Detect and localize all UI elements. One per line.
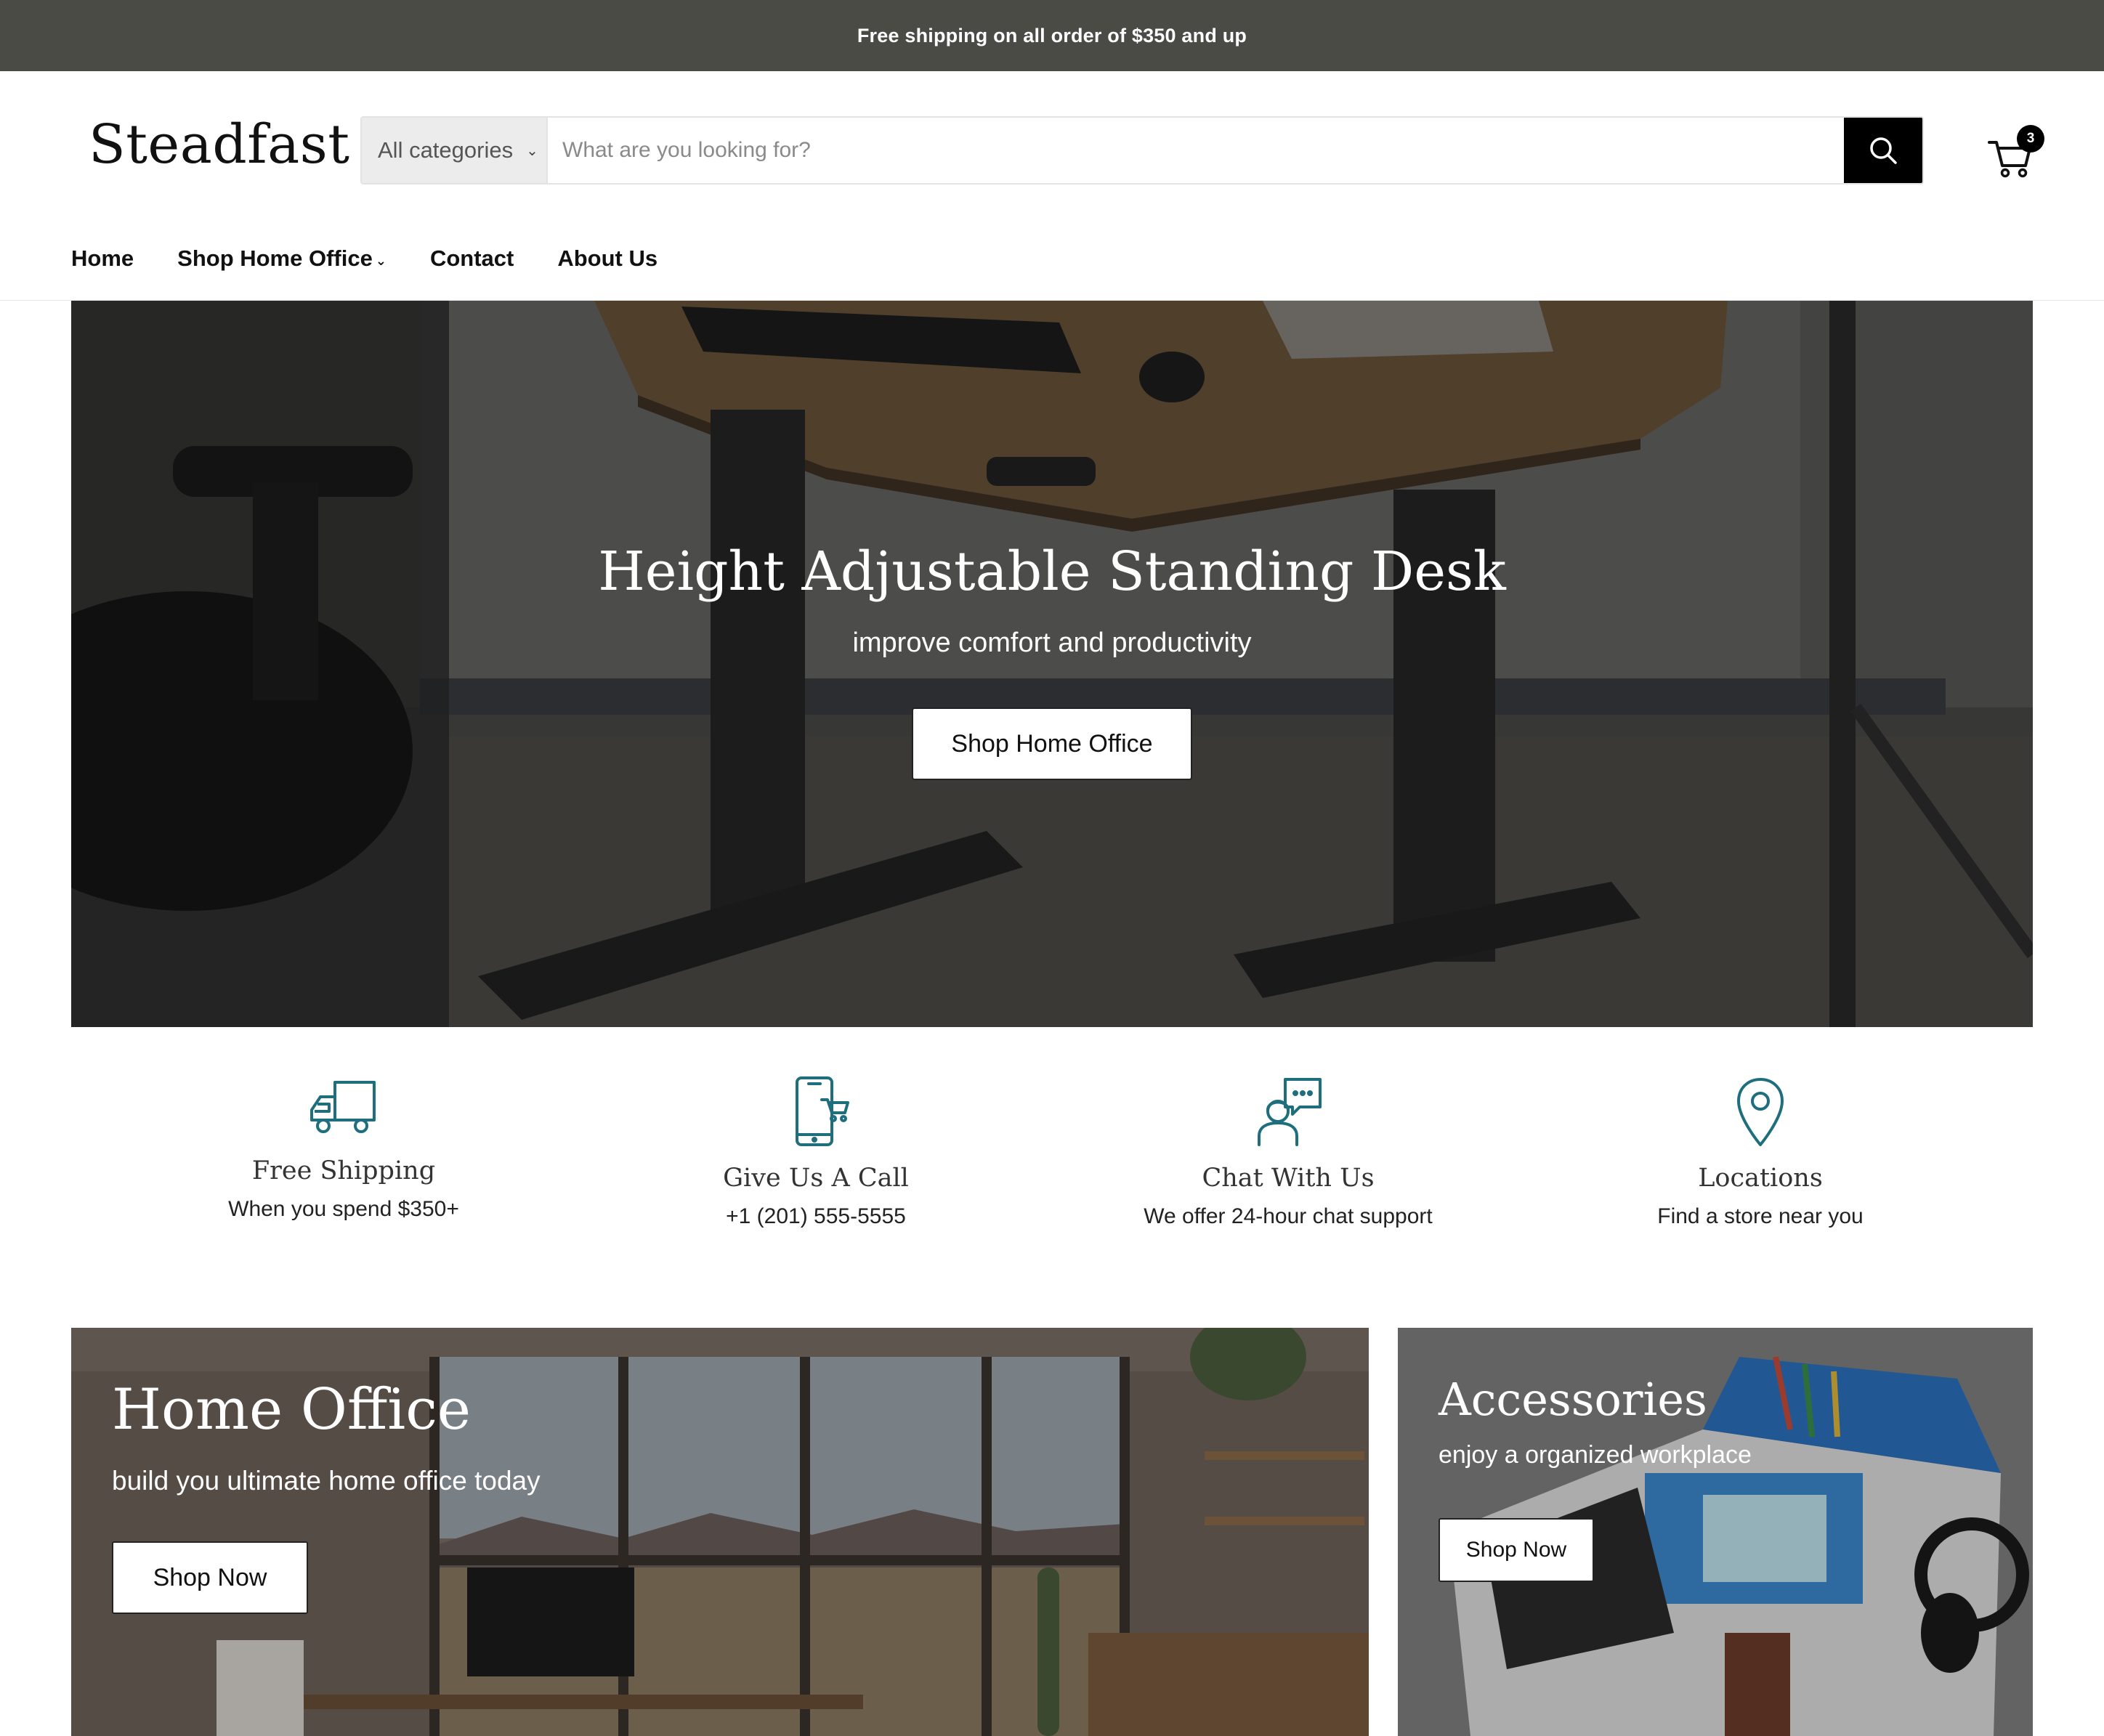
nav-item-contact[interactable]: Contact — [430, 246, 514, 272]
promo-subtitle: enjoy a organized workplace — [1439, 1441, 1752, 1469]
hero-subtitle: improve comfort and productivity — [852, 628, 1252, 658]
category-select[interactable]: All categories ⌄ — [362, 118, 548, 183]
shop-now-button[interactable]: Shop Now — [112, 1541, 308, 1614]
search-bar: All categories ⌄ — [360, 116, 1924, 184]
feature-locations[interactable]: Locations Find a store near you — [1571, 1075, 1949, 1229]
site-header: Steadfast All categories ⌄ 3 Home Shop H… — [0, 71, 2104, 301]
chevron-down-icon: ⌄ — [526, 142, 538, 159]
hero-title: Height Adjustable Standing Desk — [598, 540, 1506, 603]
category-select-label: All categories — [378, 137, 514, 163]
nav-item-label: Home — [71, 246, 134, 271]
promo-subtitle: build you ultimate home office today — [112, 1466, 541, 1496]
search-button[interactable] — [1844, 118, 1922, 183]
cart-count-badge: 3 — [2017, 125, 2044, 153]
chevron-down-icon: ⌄ — [375, 253, 387, 268]
feature-title: Free Shipping — [251, 1156, 436, 1185]
promo-accessories[interactable]: Accessories enjoy a organized workplace … — [1398, 1328, 2033, 1736]
feature-text: When you spend $350+ — [228, 1197, 459, 1221]
feature-chat-with-us[interactable]: Chat With Us We offer 24-hour chat suppo… — [1099, 1075, 1477, 1229]
cart-button[interactable]: 3 — [1985, 125, 2044, 183]
main-nav: Home Shop Home Office ⌄ Contact About Us — [71, 246, 701, 272]
feature-title: Give Us A Call — [723, 1164, 909, 1193]
phone-cart-icon — [796, 1076, 849, 1146]
nav-item-label: About Us — [557, 246, 658, 271]
search-input[interactable] — [548, 118, 1844, 183]
feature-text: Find a store near you — [1657, 1204, 1864, 1228]
location-pin-icon — [1737, 1078, 1784, 1146]
promo-home-office[interactable]: Home Office build you ultimate home offi… — [71, 1328, 1369, 1736]
announcement-text: Free shipping on all order of $350 and u… — [857, 24, 1247, 46]
chat-support-icon — [1258, 1078, 1322, 1146]
feature-title: Locations — [1698, 1164, 1823, 1193]
feature-text: +1 (201) 555-5555 — [726, 1204, 906, 1228]
feature-give-us-a-call[interactable]: Give Us A Call +1 (201) 555-5555 — [627, 1075, 1005, 1229]
features-row: Free Shipping When you spend $350+ Give … — [71, 1075, 2033, 1242]
nav-item-shop-home-office[interactable]: Shop Home Office ⌄ — [177, 246, 387, 272]
feature-free-shipping: Free Shipping When you spend $350+ — [155, 1075, 533, 1222]
hero-banner: Height Adjustable Standing Desk improve … — [71, 301, 2033, 1027]
shop-home-office-button[interactable]: Shop Home Office — [912, 707, 1192, 780]
search-icon — [1870, 137, 1897, 164]
hero-image — [71, 301, 2033, 1027]
truck-icon — [310, 1081, 376, 1133]
nav-item-label: Contact — [429, 246, 514, 271]
logo[interactable]: Steadfast — [89, 113, 349, 176]
shop-now-button[interactable]: Shop Now — [1439, 1518, 1594, 1582]
feature-title: Chat With Us — [1202, 1164, 1375, 1193]
announcement-bar: Free shipping on all order of $350 and u… — [0, 0, 2104, 71]
nav-item-home[interactable]: Home — [71, 246, 134, 272]
promo-title: Home Office — [112, 1377, 472, 1443]
feature-text: We offer 24-hour chat support — [1144, 1204, 1433, 1228]
nav-item-label: Shop Home Office — [177, 246, 373, 271]
promo-title: Accessories — [1439, 1373, 1707, 1426]
nav-item-about-us[interactable]: About Us — [557, 246, 658, 272]
